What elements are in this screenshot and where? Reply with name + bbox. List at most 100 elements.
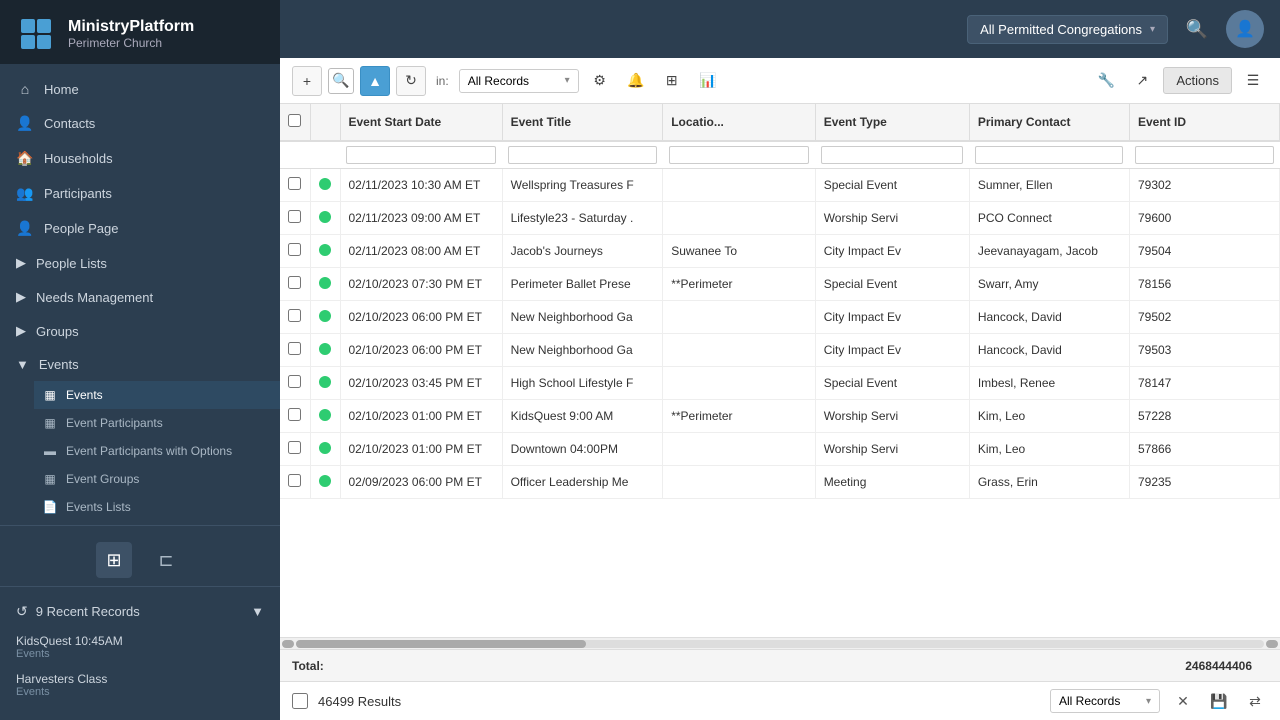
refresh-button[interactable]: ↻ (396, 66, 426, 96)
table-container[interactable]: Event Start Date Event Title Locatio... … (280, 104, 1280, 637)
search-icon: 🔍 (1186, 19, 1208, 40)
recent-record-harvesters[interactable]: Harvesters Class Events (0, 666, 280, 704)
sidebar-item-participants[interactable]: 👥 Participants (0, 176, 280, 211)
row-status (310, 433, 340, 466)
records-selector-chevron: ▾ (565, 75, 570, 86)
filter-start-date[interactable] (346, 146, 496, 164)
user-avatar[interactable]: 👤 (1226, 10, 1264, 48)
status-dot (319, 343, 331, 355)
sidebar-item-participants-label: Participants (44, 186, 112, 201)
sidebar-sub-events[interactable]: ▦ Events (34, 381, 280, 409)
table-row[interactable]: 02/11/2023 10:30 AM ET Wellspring Treasu… (280, 169, 1280, 202)
table-row[interactable]: 02/10/2023 01:00 PM ET KidsQuest 9:00 AM… (280, 400, 1280, 433)
col-location[interactable]: Locatio... (663, 104, 816, 141)
actions-label: Actions (1176, 73, 1219, 88)
table-row[interactable]: 02/10/2023 03:45 PM ET High School Lifes… (280, 367, 1280, 400)
col-event-id[interactable]: Event ID (1129, 104, 1279, 141)
row-checkbox[interactable] (280, 367, 310, 400)
sidebar-navigation: ⌂ Home 👤 Contacts 🏠 Households 👥 Partici… (0, 64, 280, 525)
row-checkbox[interactable] (280, 202, 310, 235)
sidebar-sub-event-groups-label: Event Groups (66, 472, 139, 486)
toolbar: + 🔍 ▲ ↻ in: All Records ▾ ⚙ 🔔 ⊞ 📊 🔧 (280, 58, 1280, 104)
sidebar-sub-events-lists[interactable]: 📄 Events Lists (34, 493, 280, 521)
row-checkbox[interactable] (280, 301, 310, 334)
table-row[interactable]: 02/09/2023 06:00 PM ET Officer Leadershi… (280, 466, 1280, 499)
table-row[interactable]: 02/10/2023 06:00 PM ET New Neighborhood … (280, 334, 1280, 367)
filter-primary-contact[interactable] (975, 146, 1123, 164)
grid-icon-button[interactable]: ⊞ (657, 66, 687, 96)
sidebar-title: MinistryPlatform Perimeter Church (68, 18, 194, 50)
row-title: Wellspring Treasures F (502, 169, 663, 202)
filter-event-title[interactable] (508, 146, 657, 164)
records-selector[interactable]: All Records ▾ (459, 69, 579, 93)
bell-button[interactable]: 🔔 (621, 66, 651, 96)
search-button[interactable]: 🔍 (1180, 12, 1214, 46)
table-row[interactable]: 02/10/2023 07:30 PM ET Perimeter Ballet … (280, 268, 1280, 301)
save-button[interactable]: 💾 (1206, 688, 1232, 714)
congregation-selector[interactable]: All Permitted Congregations ▾ (967, 15, 1168, 44)
sidebar-item-needs-management[interactable]: ▶ Needs Management (0, 280, 280, 314)
row-checkbox[interactable] (280, 268, 310, 301)
menu-button[interactable]: ☰ (1238, 66, 1268, 96)
row-checkbox[interactable] (280, 433, 310, 466)
filter-location[interactable] (669, 146, 810, 164)
horizontal-scrollbar[interactable] (280, 637, 1280, 649)
table-row[interactable]: 02/11/2023 08:00 AM ET Jacob's Journeys … (280, 235, 1280, 268)
table-row[interactable]: 02/11/2023 09:00 AM ET Lifestyle23 - Sat… (280, 202, 1280, 235)
filter-button[interactable]: ⚙ (585, 66, 615, 96)
table-row[interactable]: 02/10/2023 06:00 PM ET New Neighborhood … (280, 301, 1280, 334)
row-checkbox[interactable] (280, 235, 310, 268)
col-primary-contact[interactable]: Primary Contact (969, 104, 1129, 141)
row-status (310, 334, 340, 367)
status-dot (319, 442, 331, 454)
sync-icon: ⇄ (1249, 693, 1261, 710)
up-arrow-button[interactable]: ▲ (360, 66, 390, 96)
sidebar-sub-event-participants[interactable]: ▦ Event Participants (34, 409, 280, 437)
bottom-select-all[interactable] (292, 693, 308, 709)
sidebar-sub-event-groups[interactable]: ▦ Event Groups (34, 465, 280, 493)
row-title: KidsQuest 9:00 AM (502, 400, 663, 433)
sidebar-sub-event-participants-options[interactable]: ▬ Event Participants with Options (34, 437, 280, 465)
tools-button[interactable]: 🔧 (1091, 66, 1121, 96)
sync-button[interactable]: ⇄ (1242, 688, 1268, 714)
recent-records-header[interactable]: ↺ 9 Recent Records ▼ (0, 595, 280, 628)
recent-records-section: ↺ 9 Recent Records ▼ KidsQuest 10:45AM E… (0, 586, 280, 712)
select-all-checkbox[interactable] (288, 114, 301, 127)
col-event-type[interactable]: Event Type (815, 104, 969, 141)
row-checkbox[interactable] (280, 334, 310, 367)
add-button[interactable]: + (292, 66, 322, 96)
sidebar-item-people-page[interactable]: 👤 People Page (0, 211, 280, 246)
row-location: Suwanee To (663, 235, 816, 268)
row-status (310, 367, 340, 400)
sidebar-item-households[interactable]: 🏠 Households (0, 141, 280, 176)
scroll-thumb[interactable] (296, 640, 586, 648)
row-checkbox[interactable] (280, 400, 310, 433)
chart-button[interactable]: 📊 (693, 66, 723, 96)
col-event-title[interactable]: Event Title (502, 104, 663, 141)
sidebar-item-people-page-label: People Page (44, 221, 118, 236)
sidebar-item-contacts[interactable]: 👤 Contacts (0, 106, 280, 141)
actions-button[interactable]: Actions (1163, 67, 1232, 94)
table-row[interactable]: 02/10/2023 01:00 PM ET Downtown 04:00PM … (280, 433, 1280, 466)
recent-record-kidsquest[interactable]: KidsQuest 10:45AM Events (0, 628, 280, 666)
col-event-start-date[interactable]: Event Start Date (340, 104, 502, 141)
export-button[interactable]: ↗ (1127, 66, 1157, 96)
row-start-date: 02/10/2023 01:00 PM ET (340, 400, 502, 433)
filter-event-id[interactable] (1135, 146, 1273, 164)
row-checkbox[interactable] (280, 169, 310, 202)
sidebar-item-people-lists[interactable]: ▶ People Lists (0, 246, 280, 280)
clear-button[interactable]: ✕ (1170, 688, 1196, 714)
sidebar-item-events[interactable]: ▼ Events (0, 348, 280, 381)
org-chart-button[interactable]: ⊏ (148, 542, 184, 578)
row-id: 79502 (1129, 301, 1279, 334)
event-groups-sub-icon: ▦ (42, 472, 58, 486)
bottom-records-selector[interactable]: All Records ▾ (1050, 689, 1160, 713)
grid-view-button[interactable]: ⊞ (96, 542, 132, 578)
filter-event-type[interactable] (821, 146, 963, 164)
sidebar-item-home[interactable]: ⌂ Home (0, 72, 280, 106)
scroll-track[interactable] (296, 640, 1264, 648)
search-input-button[interactable]: 🔍 (328, 68, 354, 94)
sidebar-item-groups[interactable]: ▶ Groups (0, 314, 280, 348)
row-location: **Perimeter (663, 268, 816, 301)
row-checkbox[interactable] (280, 466, 310, 499)
